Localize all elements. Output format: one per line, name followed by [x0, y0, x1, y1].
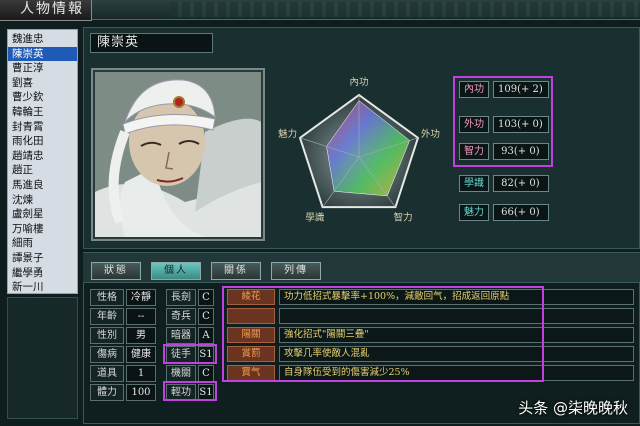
weapon-label: 長劍	[166, 289, 196, 306]
stat-row: 魅力 66(+ 0)	[453, 202, 553, 224]
tab-1[interactable]: 個人	[151, 262, 201, 280]
tab-3[interactable]: 列傳	[271, 262, 321, 280]
character-name: 陳崇英	[90, 33, 213, 53]
character-list-item[interactable]: 魏進忠	[8, 32, 77, 47]
attribute-label: 年齡	[90, 308, 124, 325]
character-list-item[interactable]: 趙靖忠	[8, 149, 77, 164]
attribute-value: 健康	[126, 346, 156, 363]
radar-axis-label: 外功	[421, 128, 440, 140]
character-portrait	[95, 72, 261, 237]
tab-0[interactable]: 狀態	[91, 262, 141, 280]
stat-label: 魅力	[459, 204, 489, 221]
radar-axis-label: 內功	[349, 77, 368, 88]
character-list-item[interactable]: 新一川	[8, 280, 77, 295]
weapon-label: 奇兵	[166, 308, 196, 325]
character-list-item[interactable]: 細雨	[8, 236, 77, 251]
character-list[interactable]: 魏進忠 陳崇英 曹正淳 劉喜 曹少欽 韓輪王 封青霄 雨化田 趙靖忠 趙正 馬進良 沈煉 盧劍星 万喻樓細…	[7, 29, 78, 308]
character-list-item[interactable]: 封青霄	[8, 120, 77, 135]
attribute-radar-chart: 內功外功智力 學識 魅力	[268, 66, 450, 242]
character-list-item[interactable]: 曹正淳	[8, 61, 77, 76]
stat-value: 66(+ 0)	[493, 204, 549, 221]
radar-axis-label: 魅力	[278, 128, 297, 140]
attribute-label: 體力	[90, 384, 124, 401]
attribute-value: --	[126, 308, 156, 325]
tab-2[interactable]: 關係	[211, 262, 261, 280]
tab-bar: 狀態 個人 關係 列傳	[83, 252, 640, 282]
top-decoration	[170, 2, 640, 17]
attribute-value: 冷靜	[126, 289, 156, 306]
attribute-label: 傷病	[90, 346, 124, 363]
attribute-label: 性別	[90, 327, 124, 344]
character-list-item[interactable]: 雨化田	[8, 134, 77, 149]
character-list-item[interactable]: 繼學勇	[8, 266, 77, 281]
attribute-label: 性格	[90, 289, 124, 306]
character-list-item[interactable]: 馬進良	[8, 178, 77, 193]
character-list-item[interactable]: 万喻樓	[8, 222, 77, 237]
stat-row: 學識 82(+ 0)	[453, 173, 553, 195]
weapon-grade: C	[198, 365, 214, 382]
attribute-value: 1	[126, 365, 156, 382]
weapon-grade: A	[198, 327, 214, 344]
stat-label: 學識	[459, 175, 489, 192]
radar-axis-label: 智力	[394, 212, 413, 224]
weapon-grade: C	[198, 308, 214, 325]
left-lower-panel	[7, 297, 78, 419]
character-list-item[interactable]: 趙正	[8, 163, 77, 178]
stat-highlight-box	[453, 76, 553, 167]
character-list-item[interactable]: 韓輪王	[8, 105, 77, 120]
highlight-box	[222, 286, 544, 382]
character-list-item[interactable]: 盧劍星	[8, 207, 77, 222]
character-list-item[interactable]: 劉喜	[8, 76, 77, 91]
window-title: 人物情報	[0, 0, 92, 21]
character-list-item[interactable]: 譚景子	[8, 251, 77, 266]
radar-axis-label: 學識	[305, 212, 325, 224]
stat-value: 82(+ 0)	[493, 175, 549, 192]
weapon-label: 暗器	[166, 327, 196, 344]
highlight-box	[163, 381, 217, 401]
portrait-frame	[91, 68, 265, 241]
attribute-value: 100	[126, 384, 156, 401]
character-list-item[interactable]: 曹少欽	[8, 90, 77, 105]
character-list-item[interactable]: 沈煉	[8, 193, 77, 208]
character-list-item[interactable]: 陳崇英	[8, 46, 77, 62]
attribute-label: 道具	[90, 365, 124, 382]
watermark: 头条 @柒晚晚秋	[518, 399, 628, 417]
attribute-value: 男	[126, 327, 156, 344]
weapon-grade: C	[198, 289, 214, 306]
highlight-box	[163, 344, 217, 364]
weapon-label: 機關	[166, 365, 196, 382]
